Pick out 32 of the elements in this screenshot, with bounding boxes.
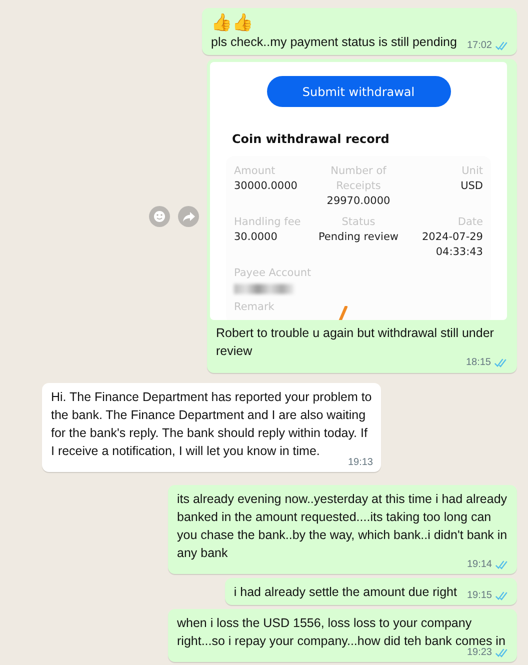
field-label: Amount [234, 164, 276, 179]
message-time: 17:02 [466, 40, 492, 52]
submit-button[interactable]: Submit withdrawal [266, 76, 450, 107]
record-title: Coin withdrawal record [232, 132, 390, 146]
message-text: when i loss the USD 1556, loss loss to your company right...so i repay your company...how did teh bank comes in [177, 615, 506, 648]
field-value: 30.0000 [234, 230, 278, 245]
message-text: its already evening now..yesterday at this time i had already banked in the amount requested....its taking too long can you chase the bank..by the way, which bank..i didn't bank in any bank [177, 491, 508, 560]
forward-icon[interactable] [178, 206, 199, 226]
field-value: USD [460, 179, 483, 194]
message-text: Hi. The Finance Department has reported your problem to the bank. The Finance Department and I are also waiting for the bank's reply. The bank should reply within today. If I receive a notification, I will let you know in time. [51, 389, 373, 458]
field-label: Date [458, 215, 483, 230]
message-text: pls check..my payment status is still pending [211, 34, 457, 51]
field-value: 30000.0000 [234, 179, 298, 194]
field-label: Handling fee [234, 215, 301, 230]
emoji-icon[interactable] [149, 206, 170, 226]
message-time: 18:15 [466, 357, 491, 369]
message-time: 19:14 [466, 559, 492, 571]
emoji-text: 👍👍 [211, 13, 254, 33]
message-time: 19:15 [466, 590, 492, 602]
message-text: i had already settle the amount due right [234, 584, 457, 601]
pen-stroke [338, 306, 348, 320]
field-value: Pending review [318, 230, 399, 245]
field-label: Number of Receipts [330, 164, 388, 194]
field-label: Payee Account [234, 266, 312, 281]
field-value: 2024-07-29 04:33:43 [420, 230, 483, 260]
message-text: Robert to trouble u again but withdrawal still under review [216, 325, 495, 358]
field-value: 29970.0000 [326, 194, 390, 209]
message-time: 19:23 [466, 647, 492, 659]
field-label: Unit [462, 164, 483, 179]
field-label: Remark [234, 300, 274, 315]
field-label: Status [342, 215, 376, 230]
message-time: 19:13 [348, 457, 373, 469]
